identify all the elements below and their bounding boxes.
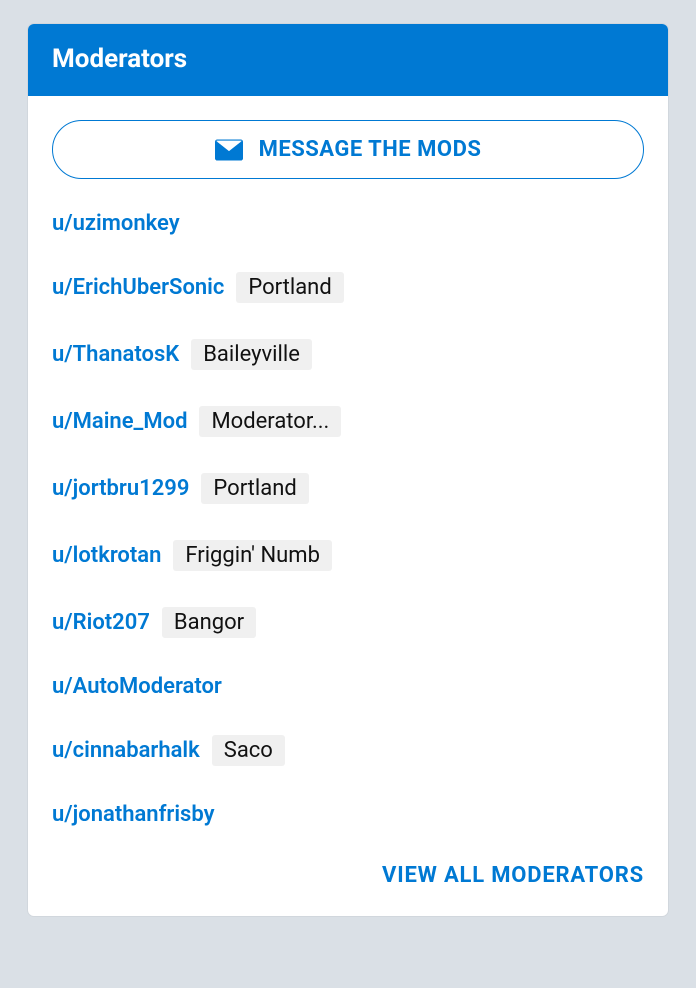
view-all-moderators-link[interactable]: VIEW ALL MODERATORS (382, 863, 644, 888)
widget-header: Moderators (28, 24, 668, 96)
moderator-row: u/Riot207 Bangor (52, 607, 644, 638)
moderator-flair: Moderator... (199, 406, 341, 437)
moderator-username-link[interactable]: u/Riot207 (52, 610, 150, 635)
moderator-flair: Bangor (162, 607, 256, 638)
moderator-flair: Portland (201, 473, 308, 504)
moderator-flair: Saco (212, 735, 285, 766)
moderator-row: u/lotkrotan Friggin' Numb (52, 540, 644, 571)
moderator-username-link[interactable]: u/Maine_Mod (52, 409, 187, 434)
moderator-username-link[interactable]: u/cinnabarhalk (52, 738, 200, 763)
envelope-icon (215, 139, 243, 161)
message-mods-button[interactable]: MESSAGE THE MODS (52, 120, 644, 179)
widget-body: MESSAGE THE MODS u/uzimonkey u/ErichUberS… (28, 96, 668, 916)
moderator-row: u/uzimonkey (52, 211, 644, 236)
moderator-flair: Friggin' Numb (173, 540, 332, 571)
moderator-row: u/jonathanfrisby (52, 802, 644, 827)
moderator-flair: Portland (236, 272, 343, 303)
moderator-row: u/cinnabarhalk Saco (52, 735, 644, 766)
view-all-container: VIEW ALL MODERATORS (52, 863, 644, 888)
moderator-username-link[interactable]: u/uzimonkey (52, 211, 180, 236)
widget-title: Moderators (52, 44, 187, 74)
moderators-widget: Moderators MESSAGE THE MODS u/uzimonkeyu… (28, 24, 668, 916)
moderator-flair: Baileyville (191, 339, 312, 370)
message-mods-label: MESSAGE THE MODS (259, 137, 482, 162)
moderator-row: u/Maine_Mod Moderator... (52, 406, 644, 437)
moderator-row: u/ThanatosK Baileyville (52, 339, 644, 370)
moderator-username-link[interactable]: u/lotkrotan (52, 543, 161, 568)
moderator-username-link[interactable]: u/AutoModerator (52, 674, 222, 699)
moderator-username-link[interactable]: u/jortbru1299 (52, 476, 189, 501)
moderator-username-link[interactable]: u/jonathanfrisby (52, 802, 215, 827)
moderator-row: u/ErichUberSonic Portland (52, 272, 644, 303)
moderator-row: u/jortbru1299 Portland (52, 473, 644, 504)
moderator-username-link[interactable]: u/ThanatosK (52, 342, 179, 367)
moderator-username-link[interactable]: u/ErichUberSonic (52, 275, 224, 300)
moderator-list: u/uzimonkey u/ErichUberSonic Portland u/Tha… (52, 211, 644, 827)
moderator-row: u/AutoModerator (52, 674, 644, 699)
